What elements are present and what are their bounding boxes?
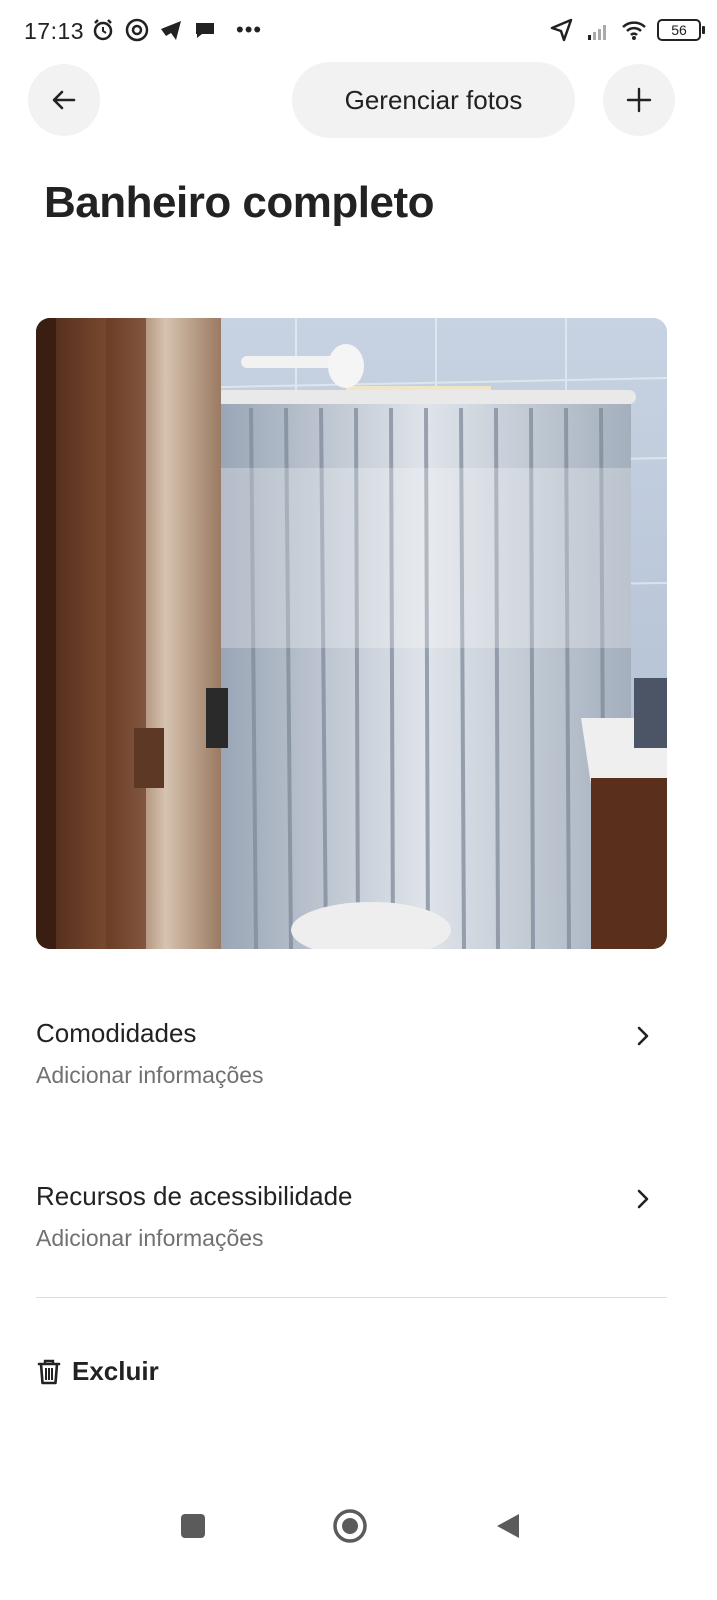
notification-icons: ••• xyxy=(90,17,262,43)
triangle-back-icon xyxy=(497,1514,519,1538)
system-back-button[interactable] xyxy=(488,1506,528,1546)
home-circle-icon xyxy=(333,1509,367,1543)
alarm-icon xyxy=(93,19,113,41)
manage-photos-button[interactable]: Gerenciar fotos xyxy=(292,62,575,138)
accessibility-row[interactable]: Recursos de acessibilidade Adicionar inf… xyxy=(36,1181,667,1261)
arrow-left-icon xyxy=(52,90,76,110)
threads-icon xyxy=(125,18,149,42)
home-button[interactable] xyxy=(330,1506,370,1546)
room-photo[interactable] xyxy=(36,318,667,949)
back-button[interactable] xyxy=(28,64,100,136)
accessibility-title: Recursos de acessibilidade xyxy=(36,1181,353,1211)
add-photo-button[interactable] xyxy=(603,64,675,136)
more-notifications-icon: ••• xyxy=(236,17,263,42)
chat-bubble-icon xyxy=(196,23,214,38)
amenities-title: Comodidades xyxy=(36,1018,197,1048)
square-icon xyxy=(181,1514,205,1538)
status-time: 17:13 xyxy=(24,18,85,44)
location-icon xyxy=(550,18,573,42)
chevron-right-icon xyxy=(637,1189,649,1209)
bathroom-photo xyxy=(36,318,667,949)
plus-icon xyxy=(626,87,652,113)
telegram-icon xyxy=(161,21,181,40)
accessibility-subtitle: Adicionar informações xyxy=(36,1225,264,1251)
amenities-row[interactable]: Comodidades Adicionar informações xyxy=(36,1018,667,1098)
divider xyxy=(36,1297,667,1298)
recent-apps-button[interactable] xyxy=(173,1506,213,1546)
battery-icon: 56 xyxy=(657,19,705,41)
wifi-icon xyxy=(622,21,646,40)
system-icons: 56 xyxy=(549,17,705,43)
chevron-right-icon xyxy=(637,1026,649,1046)
amenities-subtitle: Adicionar informações xyxy=(36,1062,264,1088)
delete-label: Excluir xyxy=(72,1356,159,1386)
page-title: Banheiro completo xyxy=(44,178,435,227)
trash-icon xyxy=(37,1359,61,1384)
system-nav-bar xyxy=(0,1490,717,1560)
status-bar: 17:13 ••• 56 xyxy=(0,0,717,64)
delete-button[interactable]: Excluir xyxy=(36,1356,159,1387)
signal-icon xyxy=(588,25,606,40)
